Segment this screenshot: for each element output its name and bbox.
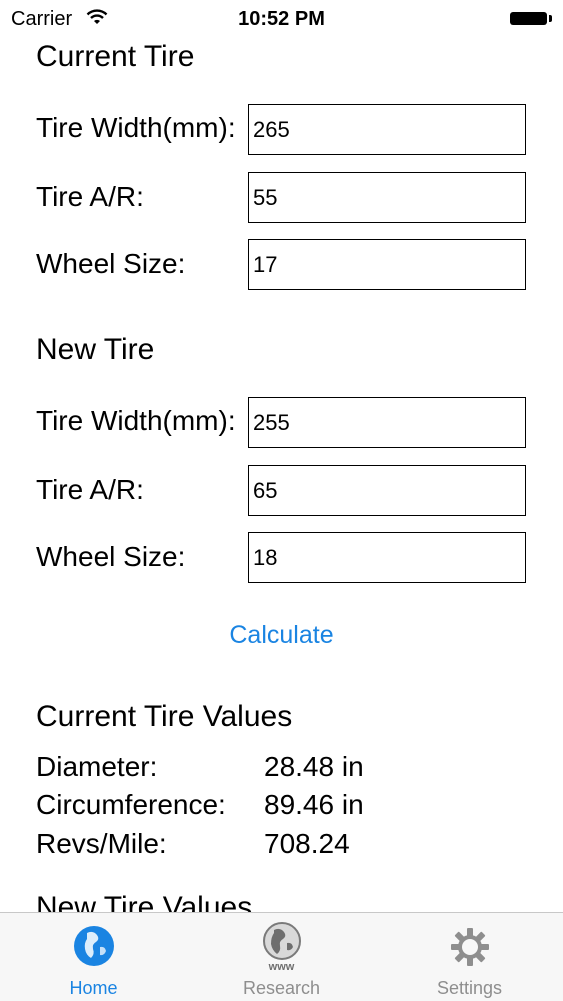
status-time: 10:52 PM xyxy=(238,8,325,30)
new-wheel-label: Wheel Size: xyxy=(36,541,186,572)
current-wheel-label: Wheel Size: xyxy=(36,248,186,279)
new-values-title: New Tire Values xyxy=(36,891,253,912)
new-width-input[interactable] xyxy=(248,397,526,448)
tab-settings-label: Settings xyxy=(436,978,503,998)
tab-home[interactable]: Home xyxy=(0,913,187,1001)
current-tire-title: Current Tire xyxy=(36,40,195,73)
circumference-value: 89.46 in xyxy=(264,789,364,820)
tab-home-label: Home xyxy=(69,978,118,998)
current-ar-label: Tire A/R: xyxy=(36,181,144,212)
globe-icon xyxy=(73,925,115,972)
www-icon-text: www xyxy=(268,961,295,973)
calculate-button[interactable]: Calculate xyxy=(0,621,563,650)
tire-calculator-form: Carrier 10:52 PM Current Tire Tire Width… xyxy=(0,0,563,912)
current-width-label: Tire Width(mm): xyxy=(36,112,236,143)
revs-per-mile-label: Revs/Mile: xyxy=(36,828,167,859)
tab-research-label: Research xyxy=(242,978,321,998)
diameter-label: Diameter: xyxy=(36,751,158,782)
current-ar-input[interactable] xyxy=(248,172,526,223)
battery-icon xyxy=(510,12,547,25)
new-ar-label: Tire A/R: xyxy=(36,474,144,505)
new-wheel-input[interactable] xyxy=(248,532,526,583)
diameter-value: 28.48 in xyxy=(264,751,364,782)
new-tire-title: New Tire xyxy=(36,333,155,366)
current-values-title: Current Tire Values xyxy=(36,700,293,733)
battery-tip xyxy=(549,15,552,22)
status-bar: Carrier 10:52 PM xyxy=(0,0,563,38)
current-wheel-input[interactable] xyxy=(248,239,526,290)
gear-icon xyxy=(450,927,490,972)
new-ar-input[interactable] xyxy=(248,465,526,516)
tab-bar: Home www Research Settings xyxy=(0,912,563,1001)
current-width-input[interactable] xyxy=(248,104,526,155)
tab-settings[interactable]: Settings xyxy=(376,913,563,1001)
tab-research[interactable]: www Research xyxy=(188,913,375,1001)
revs-per-mile-value: 708.24 xyxy=(264,828,350,859)
new-width-label: Tire Width(mm): xyxy=(36,405,236,436)
circumference-label: Circumference: xyxy=(36,789,226,820)
